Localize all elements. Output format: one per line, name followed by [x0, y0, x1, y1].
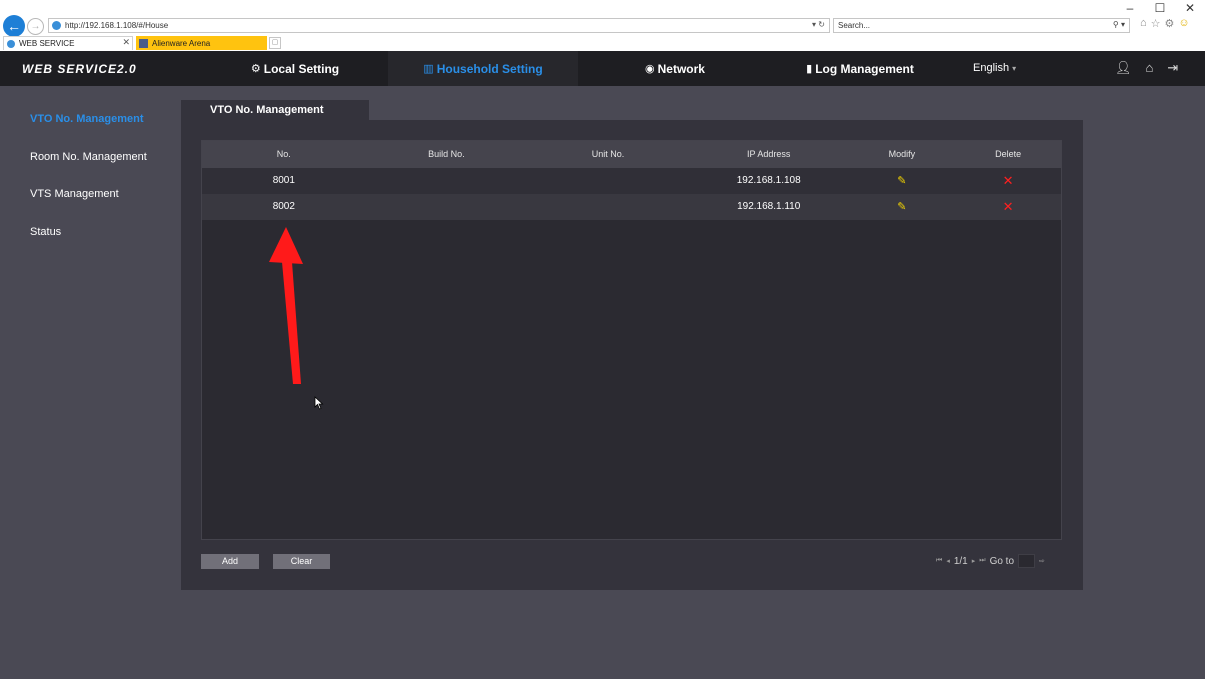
cell-unit — [527, 168, 689, 194]
sidebar: VTO No. Management Room No. Management V… — [30, 112, 180, 262]
pencil-icon[interactable]: ✎ — [897, 201, 906, 213]
cell-no: 8002 — [272, 201, 295, 212]
close-tab-icon[interactable]: ✕ — [122, 37, 130, 48]
goto-page-input[interactable] — [1018, 554, 1036, 568]
pagination: ⏮ ◂ 1/1 ▸ ⏭ Go to ⇨ — [936, 553, 1045, 569]
new-tab-icon[interactable]: ▢ — [269, 37, 281, 49]
nav-label: Log Management — [815, 61, 914, 76]
user-icon[interactable]: 👤︎ — [1115, 60, 1132, 76]
logout-icon[interactable]: ⇥ — [1167, 60, 1178, 76]
app-header: WEB SERVICE2.0 ⚙ Local Setting ▥ Househo… — [0, 51, 1205, 86]
search-icon[interactable]: ⚲ ▾ — [1113, 20, 1125, 29]
panel-tab-title: VTO No. Management — [181, 100, 369, 120]
cell-unit — [527, 194, 689, 220]
prev-page-icon[interactable]: ◂ — [946, 557, 950, 565]
sidebar-item-vto-no-management[interactable]: VTO No. Management — [30, 112, 180, 150]
globe-icon: ◉ — [645, 63, 655, 75]
sidebar-item-status[interactable]: Status — [30, 225, 180, 263]
search-input[interactable]: Search... ⚲ ▾ — [833, 18, 1130, 33]
delete-icon[interactable]: ✕ — [1003, 173, 1014, 188]
nav-log-management[interactable]: ▮ Log Management — [790, 51, 930, 86]
star-icon[interactable]: ☆ — [1151, 17, 1161, 30]
forward-arrow-icon[interactable]: → — [27, 17, 44, 35]
header-icons: 👤︎ ⌂ ⇥ — [1115, 60, 1178, 76]
nav-label: Network — [657, 61, 705, 76]
go-arrow-icon[interactable]: ⇨ — [1039, 557, 1045, 565]
refresh-icon[interactable]: ▾ ↻ — [812, 20, 825, 29]
column-header-no: No. — [276, 149, 291, 159]
gear-icon[interactable]: ⚙ — [1165, 17, 1175, 30]
nav-label: Local Setting — [263, 61, 340, 76]
vto-table: No. Build No. Unit No. IP Address Modify… — [201, 140, 1062, 540]
building-icon: ▥ — [423, 63, 434, 75]
table-row[interactable]: 8001 192.168.1.108 ✎ ✕ — [202, 168, 1061, 194]
address-url: http://192.168.1.108/#/House — [65, 21, 169, 30]
nav-network[interactable]: ◉ Network — [605, 51, 745, 86]
window-controls: – ☐ ✕ — [1123, 2, 1197, 14]
delete-icon[interactable]: ✕ — [1003, 199, 1014, 214]
cell-ip: 192.168.1.110 — [737, 201, 801, 212]
browser-chrome: – ☐ ✕ ← → http://192.168.1.108/#/House ▾… — [0, 0, 1205, 51]
mouse-cursor-icon — [314, 396, 324, 410]
column-header-unit: Unit No. — [591, 149, 625, 159]
nav-local-setting[interactable]: ⚙ Local Setting — [225, 51, 365, 86]
table-header: No. Build No. Unit No. IP Address Modify… — [202, 141, 1061, 168]
cell-no: 8001 — [272, 175, 295, 186]
home-icon[interactable]: ⌂ — [1140, 17, 1147, 30]
sidebar-item-vts-management[interactable]: VTS Management — [30, 187, 180, 225]
alienware-icon — [139, 38, 148, 48]
chevron-down-icon: ▾ — [1012, 64, 1017, 73]
sidebar-item-room-no-management[interactable]: Room No. Management — [30, 150, 180, 188]
cell-build — [366, 194, 528, 220]
tab-label: Alienware Arena — [152, 38, 211, 48]
minimize-button[interactable]: – — [1123, 2, 1137, 14]
tab-web-service[interactable]: WEB SERVICE ✕ — [3, 36, 133, 50]
search-placeholder: Search... — [838, 21, 871, 30]
first-page-icon[interactable]: ⏮ — [936, 557, 942, 565]
browser-toolbar-icons: ⌂ ☆ ⚙ ☺ — [1140, 17, 1190, 30]
tab-label: WEB SERVICE — [19, 39, 75, 48]
cell-ip: 192.168.1.108 — [736, 175, 801, 186]
column-header-build: Build No. — [428, 149, 465, 159]
last-page-icon[interactable]: ⏭ — [979, 557, 985, 565]
tab-globe-icon — [7, 39, 15, 48]
gear-icon: ⚙ — [250, 63, 261, 75]
nav-label: Household Setting — [436, 61, 543, 76]
column-header-modify: Modify — [888, 149, 916, 159]
page-indicator: 1/1 — [953, 555, 968, 567]
nav-household-setting[interactable]: ▥ Household Setting — [388, 51, 578, 86]
document-icon: ▮ — [806, 63, 813, 75]
tab-alienware-arena[interactable]: Alienware Arena — [136, 36, 267, 50]
address-bar[interactable]: http://192.168.1.108/#/House ▾ ↻ — [48, 18, 830, 33]
smiley-icon[interactable]: ☺ — [1178, 17, 1189, 30]
maximize-button[interactable]: ☐ — [1153, 2, 1167, 14]
add-button[interactable]: Add — [201, 554, 259, 569]
goto-label: Go to — [989, 555, 1015, 567]
column-header-delete: Delete — [995, 149, 1022, 159]
close-window-button[interactable]: ✕ — [1183, 2, 1197, 14]
home-icon[interactable]: ⌂ — [1146, 60, 1154, 76]
table-row[interactable]: 8002 192.168.1.110 ✎ ✕ — [202, 194, 1061, 220]
clear-button[interactable]: Clear — [273, 554, 330, 569]
column-header-ip: IP Address — [747, 149, 791, 159]
language-value: English — [973, 62, 1010, 74]
next-page-icon[interactable]: ▸ — [972, 557, 976, 565]
site-globe-icon — [52, 21, 61, 30]
cell-build — [366, 168, 528, 194]
language-select[interactable]: English ▾ — [973, 62, 1016, 74]
app-logo: WEB SERVICE2.0 — [22, 62, 137, 76]
pencil-icon[interactable]: ✎ — [897, 175, 906, 187]
back-arrow-icon[interactable]: ← — [3, 15, 25, 37]
browser-nav-buttons: ← → — [3, 15, 44, 37]
